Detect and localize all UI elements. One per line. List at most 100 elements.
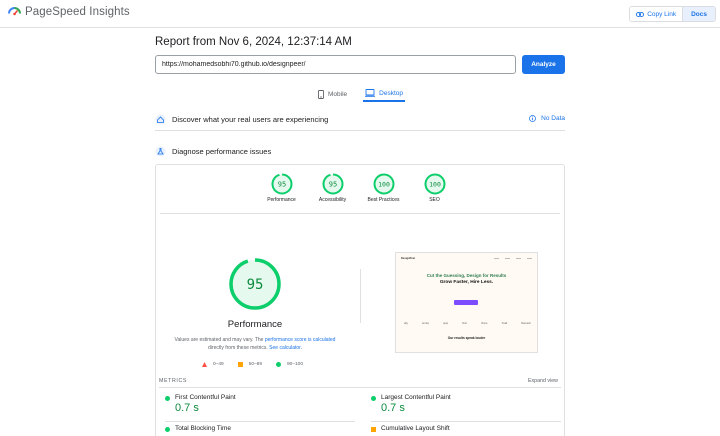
smartphone-icon bbox=[318, 89, 324, 99]
gauge-accessibility[interactable]: 95 Accessibility bbox=[307, 173, 358, 203]
performance-gauge: 95 bbox=[229, 258, 281, 310]
diagnose-title: Diagnose performance issues bbox=[172, 147, 272, 156]
thumb-client-logo: quiq bbox=[443, 322, 448, 325]
tab-mobile[interactable]: Mobile bbox=[316, 86, 349, 102]
thumb-headline: Cut the Guessing, Design for Results bbox=[426, 273, 507, 278]
thumb-nav-item bbox=[505, 257, 510, 259]
copy-link-label: Copy Link bbox=[647, 10, 677, 18]
copy-link-button[interactable]: Copy Link bbox=[630, 7, 684, 21]
thumb-client-logos: ally Acuity quiq hirst rhone Xcall Rames… bbox=[404, 322, 531, 325]
thumb-cta bbox=[454, 300, 478, 305]
field-data-title: Discover what your real users are experi… bbox=[172, 115, 329, 124]
thumb-subheadline: Grow Faster, Hire Less. bbox=[439, 280, 494, 285]
thumb-client-logo: rhone bbox=[480, 322, 488, 325]
score-ring: 95 bbox=[271, 173, 292, 195]
analyze-button[interactable]: Analyze bbox=[522, 55, 565, 74]
note-text: directly from these metrics. bbox=[208, 345, 270, 351]
thumb-client-logo: hirst bbox=[461, 322, 467, 325]
performance-card: 95 Performance 95 Accessibility 100 Best… bbox=[155, 164, 565, 436]
tab-desktop[interactable]: Desktop bbox=[363, 86, 406, 102]
thumb-client-logo: ally bbox=[404, 322, 408, 325]
score-value: 95 bbox=[328, 181, 336, 189]
legend-pass: 90–100 bbox=[276, 362, 303, 367]
pass-circle-icon bbox=[371, 396, 376, 401]
performance-score: 95 bbox=[247, 277, 264, 293]
gauge-label: Accessibility bbox=[318, 197, 347, 203]
metric-name: Total Blocking Time bbox=[175, 425, 231, 432]
desktop-icon bbox=[365, 89, 376, 97]
score-ring: 95 bbox=[322, 173, 343, 195]
thumb-nav-item bbox=[527, 257, 532, 259]
metric-name: Cumulative Layout Shift bbox=[381, 425, 450, 432]
thumb-bottom-text: Our results speak louder bbox=[447, 336, 486, 340]
metric-name: Largest Contentful Paint bbox=[381, 394, 451, 401]
performance-title: Performance bbox=[227, 319, 283, 330]
legend-fail-label: 0–49 bbox=[213, 362, 224, 367]
square-icon bbox=[237, 362, 243, 367]
legend-average: 50–89 bbox=[237, 362, 263, 367]
score-value: 100 bbox=[378, 181, 390, 189]
field-data-section: Discover what your real users are experi… bbox=[155, 111, 565, 131]
thumb-client-logo: Xcall bbox=[501, 322, 508, 325]
thumb-logo: DesignPeer bbox=[401, 256, 416, 260]
divider bbox=[159, 387, 561, 388]
metrics-header: METRICS bbox=[159, 378, 188, 384]
top-actions: Copy Link Docs bbox=[629, 6, 716, 22]
divider bbox=[165, 421, 355, 422]
score-legend: 0–49 50–89 90–100 bbox=[202, 362, 303, 367]
url-input[interactable] bbox=[155, 55, 516, 74]
expand-view-toggle[interactable]: Expand view bbox=[528, 378, 558, 384]
legend-pass-label: 90–100 bbox=[287, 362, 304, 367]
triangle-icon bbox=[202, 362, 207, 367]
tab-mobile-label: Mobile bbox=[328, 90, 348, 98]
docs-button[interactable]: Docs bbox=[683, 7, 715, 21]
thumb-client-logo: Ramesh bbox=[521, 322, 531, 325]
no-data-label: No Data bbox=[541, 115, 565, 122]
page-screenshot: DesignPeer Cut the Guessing, Design for … bbox=[395, 252, 538, 353]
thumb-nav-item bbox=[494, 257, 499, 259]
legend-average-label: 50–89 bbox=[248, 362, 263, 367]
vertical-separator bbox=[360, 269, 361, 323]
info-icon bbox=[529, 115, 537, 122]
divider bbox=[160, 213, 560, 214]
lab-flask-icon bbox=[155, 146, 166, 157]
app-logo[interactable]: PageSpeed Insights bbox=[8, 6, 130, 18]
score-ring: 100 bbox=[373, 173, 394, 195]
gauge-seo[interactable]: 100 SEO bbox=[409, 173, 460, 203]
gauge-label: SEO bbox=[429, 197, 440, 203]
metric-value: 0.7 s bbox=[381, 402, 405, 414]
score-value: 100 bbox=[429, 181, 441, 189]
score-value: 95 bbox=[277, 181, 285, 189]
divider bbox=[371, 421, 561, 422]
score-note: Values are estimated and may vary. The p… bbox=[156, 336, 354, 352]
no-data-indicator[interactable]: No Data bbox=[529, 115, 565, 122]
circle-icon bbox=[276, 362, 282, 367]
link-icon bbox=[636, 11, 645, 17]
pass-circle-icon bbox=[165, 396, 170, 401]
see-calculator-link[interactable]: See calculator. bbox=[269, 345, 302, 351]
note-text: Values are estimated and may vary. The bbox=[174, 337, 265, 343]
diagnose-section: Diagnose performance issues bbox=[155, 145, 565, 159]
gauge-label: Best Practices bbox=[367, 197, 400, 203]
report-title: Report from Nov 6, 2024, 12:37:14 AM bbox=[155, 36, 352, 48]
gauge-label: Performance bbox=[267, 197, 296, 203]
gauge-performance[interactable]: 95 Performance bbox=[256, 173, 307, 203]
score-ring: 100 bbox=[424, 173, 445, 195]
thumb-client-logo: Acuity bbox=[421, 322, 430, 325]
thumb-nav-item bbox=[516, 257, 521, 259]
metric-value: 0.7 s bbox=[175, 402, 199, 414]
score-calculated-link[interactable]: performance score is calculated bbox=[265, 337, 336, 343]
app-title: PageSpeed Insights bbox=[25, 6, 130, 18]
score-gauges: 95 Performance 95 Accessibility 100 Best… bbox=[256, 173, 460, 203]
metric-name: First Contentful Paint bbox=[175, 394, 236, 401]
top-bar: PageSpeed Insights Copy Link Docs bbox=[0, 0, 720, 28]
average-square-icon bbox=[371, 427, 376, 432]
pagespeed-logo-icon bbox=[8, 6, 21, 15]
device-tabs: Mobile Desktop bbox=[316, 86, 406, 102]
legend-fail: 0–49 bbox=[202, 362, 224, 367]
thumb-nav: DesignPeer bbox=[396, 253, 537, 263]
users-icon bbox=[155, 114, 166, 125]
tab-desktop-label: Desktop bbox=[379, 89, 404, 97]
gauge-best-practices[interactable]: 100 Best Practices bbox=[358, 173, 409, 203]
pass-circle-icon bbox=[165, 427, 170, 432]
